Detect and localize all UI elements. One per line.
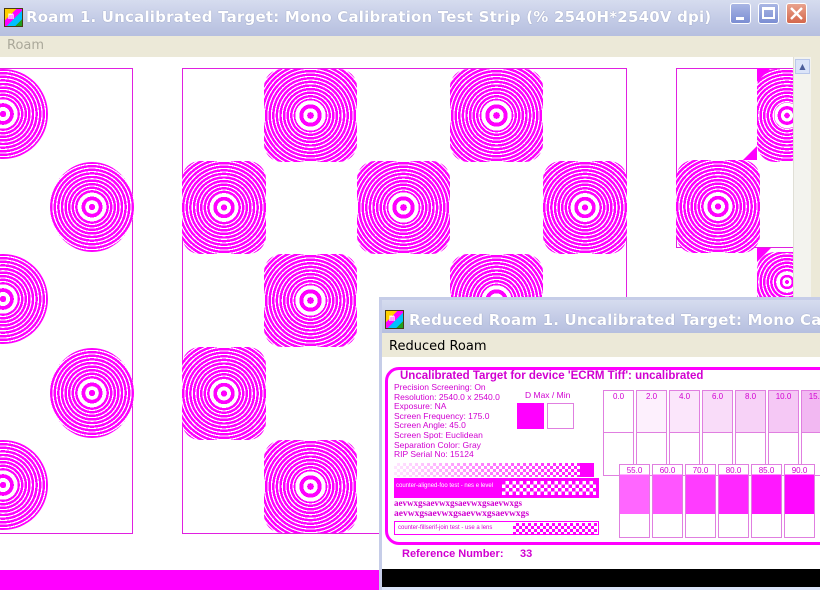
dot-target [182, 347, 266, 440]
small-text: aevwxgsaevwxgsaevwxgsaevwxgs [394, 509, 530, 519]
dot-target [50, 162, 134, 252]
menu-bar: Roam [0, 36, 820, 57]
reference-number: 33 [520, 548, 533, 560]
dot-target [543, 161, 627, 254]
target-heading: Uncalibrated Target for device 'ECRM Tif… [400, 370, 704, 382]
tint-value: 15.0 [808, 392, 820, 401]
dot-target [182, 161, 266, 254]
dmax-patch [517, 403, 544, 429]
reduced-roam-window: m Reduced Roam 1. Uncalibrated Target: M… [379, 297, 820, 590]
join-test-strip: counter-fillserif-join test - use a lens [394, 521, 599, 535]
tint-value: 60.0 [659, 466, 676, 475]
maximize-button[interactable] [758, 3, 779, 24]
gradient-checker-strip [394, 463, 594, 477]
corner-mark [757, 68, 771, 82]
checker-pattern [513, 523, 597, 534]
resolution-strip: counter-aligned-foo test - nes e level [394, 478, 599, 498]
app-icon[interactable]: m [4, 8, 23, 27]
menu-reduced-roam[interactable]: Reduced Roam [389, 339, 487, 354]
dot-target [264, 254, 357, 347]
magenta-band [0, 570, 380, 590]
reduced-footer-bar [382, 569, 820, 587]
checker-pattern [502, 481, 596, 495]
reduced-canvas[interactable]: Uncalibrated Target for device 'ECRM Tif… [382, 357, 820, 569]
tint-value: 8.0 [744, 392, 757, 401]
tint-value: 70.0 [692, 466, 709, 475]
scroll-up-button[interactable]: ▲ [795, 59, 810, 74]
corner-mark [757, 248, 771, 262]
menu-roam[interactable]: Roam [7, 38, 44, 53]
dmin-patch [547, 403, 574, 429]
reduced-title-bar[interactable]: m Reduced Roam 1. Uncalibrated Target: M… [382, 300, 820, 333]
reduced-menu-bar: Reduced Roam [382, 333, 820, 357]
dot-target [264, 440, 357, 533]
tint-cell: 85.0 [751, 464, 782, 538]
window-title: Roam 1. Uncalibrated Target: Mono Calibr… [26, 8, 712, 26]
dot-target [676, 160, 760, 253]
dot-target [757, 69, 793, 162]
maximize-icon [762, 7, 775, 19]
tint-cell: 90.0 [784, 464, 815, 538]
reduced-window-title: Reduced Roam 1. Uncalibrated Target: Mon… [409, 311, 820, 329]
tint-value: 85.0 [758, 466, 775, 475]
small-text: counter-aligned-foo test - nes e level [396, 483, 494, 489]
device-info: Precision Screening: On Resolution: 2540… [394, 382, 500, 460]
minimize-icon [736, 17, 744, 20]
info-line: RIP Serial No: 15124 [394, 449, 474, 460]
tint-value: 6.0 [711, 392, 724, 401]
tint-cell: 70.0 [685, 464, 716, 538]
tint-value: 80.0 [725, 466, 742, 475]
tint-value: 0.0 [612, 392, 625, 401]
reference-label: Reference Number: [402, 548, 504, 560]
corner-mark [743, 146, 757, 160]
dot-target [357, 161, 450, 254]
solid-patch [580, 463, 594, 477]
tint-cell: 55.0 [619, 464, 650, 538]
tint-value: 55.0 [626, 466, 643, 475]
small-text: aevwxgsaevwxgsaevwxgsaevwxgs [394, 498, 522, 508]
tint-value: 2.0 [645, 392, 658, 401]
small-text: counter-fillserif-join test - use a lens [398, 525, 493, 531]
minimize-button[interactable] [730, 3, 751, 24]
dot-target [264, 69, 357, 162]
dot-target [50, 348, 134, 438]
tint-value: 10.0 [775, 392, 792, 401]
reduced-app-icon[interactable]: m [385, 310, 404, 329]
dot-target [450, 69, 543, 162]
scroll-up-arrow-icon: ▲ [799, 62, 806, 71]
close-button[interactable] [786, 3, 807, 24]
close-icon [790, 7, 803, 20]
tint-cell: 60.0 [652, 464, 683, 538]
title-bar[interactable]: m Roam 1. Uncalibrated Target: Mono Cali… [0, 0, 820, 36]
tint-value: 90.0 [791, 466, 808, 475]
tint-cell: 80.0 [718, 464, 749, 538]
dmax-label: D Max / Min [525, 390, 571, 400]
tint-value: 4.0 [678, 392, 691, 401]
